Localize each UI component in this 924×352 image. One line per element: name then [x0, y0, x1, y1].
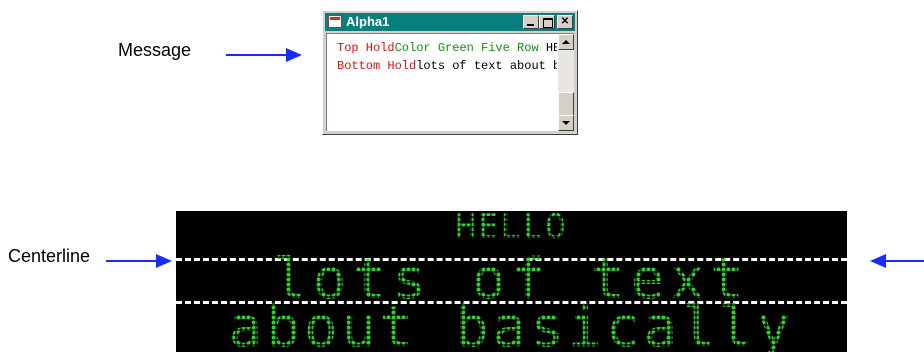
message-text-body: lots of text about basically	[416, 59, 557, 73]
scroll-up-arrow-icon	[562, 40, 570, 44]
color-green-code: Color Green	[394, 41, 474, 55]
five-row-code: Five Row	[481, 41, 539, 55]
scroll-down-arrow-icon	[562, 121, 570, 125]
message-text-hello: HELLO	[545, 41, 557, 55]
bottom-hold-code: Bottom Hold	[337, 59, 417, 73]
window-title: Alpha1	[346, 14, 390, 29]
message-text-area[interactable]: Top HoldColor Green Five Row HELLO Botto…	[327, 34, 557, 131]
close-button[interactable]: ✕	[557, 15, 573, 29]
centerline-label: Centerline	[8, 246, 91, 266]
maximize-button[interactable]	[539, 15, 555, 29]
led-row-about-basically: about basically	[228, 295, 795, 352]
led-row-hello: HELLO	[455, 211, 568, 247]
message-line-2: Bottom Holdlots of text about basically	[337, 57, 557, 75]
led-sign-display: HELLO lots of text about basically	[176, 211, 847, 352]
message-line-1: Top HoldColor Green Five Row HELLO	[337, 39, 557, 57]
scroll-up-button[interactable]	[558, 34, 574, 50]
close-icon: ✕	[560, 16, 570, 27]
notepad-icon	[328, 15, 342, 28]
minimize-icon	[527, 24, 534, 26]
scroll-down-button[interactable]	[558, 115, 574, 131]
alpha1-window[interactable]: Alpha1 ✕ Top HoldColor Green Five Row HE…	[322, 10, 578, 135]
message-editor[interactable]: Top HoldColor Green Five Row HELLO Botto…	[326, 33, 574, 131]
message-label: Message	[118, 40, 192, 60]
maximize-icon	[543, 18, 553, 28]
title-bar[interactable]: Alpha1 ✕	[325, 13, 575, 31]
minimize-button[interactable]	[523, 15, 539, 29]
top-hold-code: Top Hold	[337, 41, 395, 55]
vertical-scrollbar[interactable]	[558, 34, 574, 131]
